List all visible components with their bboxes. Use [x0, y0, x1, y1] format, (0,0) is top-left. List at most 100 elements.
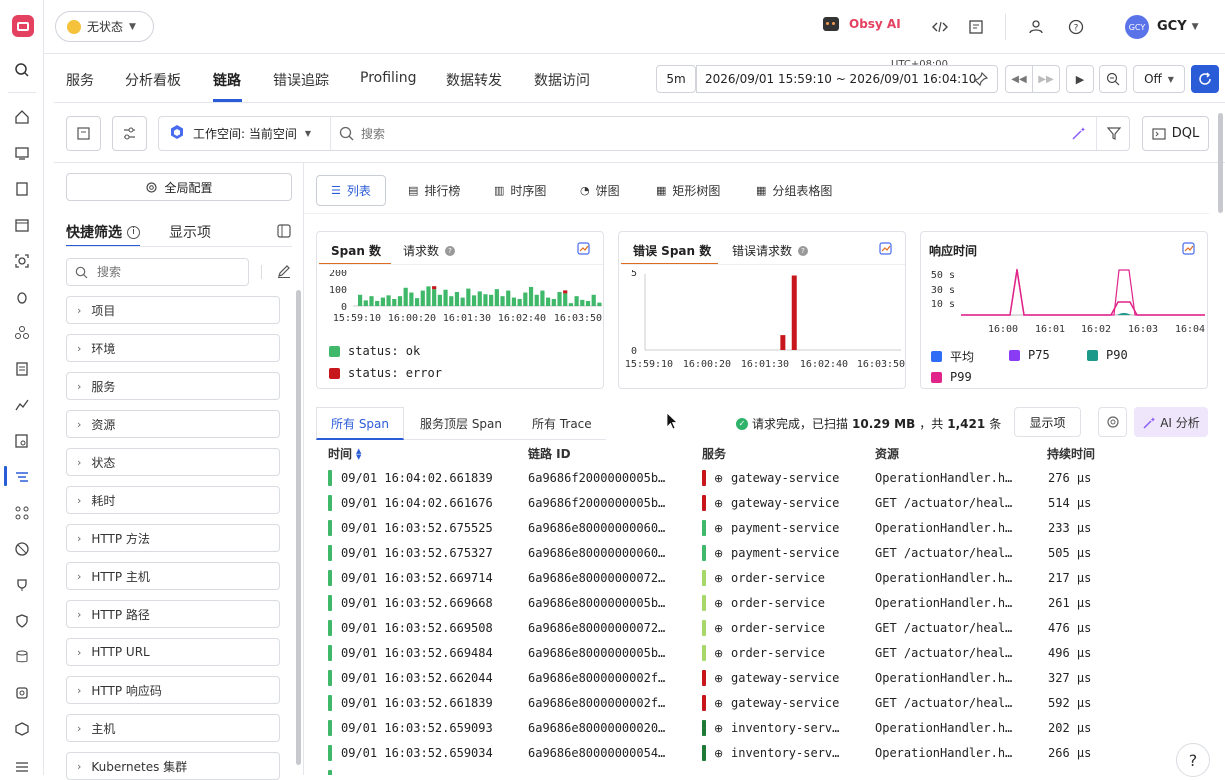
facet-1[interactable]: › 环境 [66, 334, 280, 362]
col-time-header[interactable]: 时间 ▲ ▼ [328, 445, 361, 462]
notes-icon[interactable] [966, 17, 986, 37]
global-config-button[interactable]: 全局配置 [66, 173, 292, 201]
chart-icon[interactable] [13, 396, 31, 414]
cell-trace-id[interactable]: 6a9686f2000000005b… [528, 471, 665, 485]
legend-p99[interactable]: P99 [931, 370, 972, 384]
add-user-icon[interactable] [1027, 17, 1047, 37]
document-icon[interactable] [13, 360, 31, 378]
ai-analysis-button[interactable]: ✦ AI 分析 [1134, 407, 1208, 437]
cell-service[interactable]: order-service [731, 621, 825, 635]
forward-button[interactable]: ▶▶ [1032, 65, 1060, 93]
col-service-header[interactable]: 服务 [702, 445, 726, 462]
cell-trace-id[interactable]: 6a9686e80000000072… [528, 621, 665, 635]
dql-button[interactable]: DQL [1142, 116, 1209, 151]
menu-icon[interactable] [13, 758, 31, 776]
tab-profiling[interactable]: Profiling [360, 70, 417, 86]
view-tab-pie[interactable]: ◔ 饼图 [566, 175, 634, 206]
play-button[interactable]: ▶ [1066, 65, 1094, 93]
user-menu[interactable]: GCY ▼ [1157, 19, 1199, 34]
facet-8[interactable]: › HTTP 路径 [66, 600, 280, 628]
tab-request-count[interactable]: 请求数? [403, 242, 456, 259]
col-resource-header[interactable]: 资源 [875, 445, 899, 462]
help-icon[interactable]: ? [1066, 17, 1086, 37]
legend-error[interactable]: status: error [329, 366, 442, 380]
bug-icon[interactable] [13, 288, 31, 306]
quick-range-button[interactable]: 5m [656, 65, 696, 93]
time-range-picker[interactable]: 2026/09/01 15:59:10 ~ 2026/09/01 16:04:1… [696, 65, 998, 93]
cell-service[interactable]: gateway-service [731, 496, 839, 510]
cell-resource[interactable]: GET /actuator/heal… [875, 496, 1012, 510]
tab-display-items[interactable]: 显示项 [169, 222, 211, 242]
workspace-selector[interactable]: 工作空间: 当前空间 ▼ [159, 117, 331, 150]
tab-span-count[interactable]: Span 数 [331, 242, 381, 259]
main-scrollbar[interactable] [1218, 113, 1223, 213]
chart-link-icon[interactable] [1182, 242, 1195, 258]
legend-ok[interactable]: status: ok [329, 344, 420, 358]
monitor-icon[interactable] [13, 144, 31, 162]
facet-0[interactable]: › 项目 [66, 296, 280, 324]
cell-resource[interactable]: GET /actuator/heal… [875, 621, 1012, 635]
cell-trace-id[interactable]: 6a9686e8000000002f… [528, 671, 665, 685]
legend-p90[interactable]: P90 [1087, 348, 1128, 362]
cell-trace-id[interactable]: 6a9686e80000000060… [528, 521, 665, 535]
tab-data-forwarding[interactable]: 数据转发 [446, 70, 502, 90]
table-row[interactable]: 09/01 16:04:02.661839 6a9686f2000000005b…… [328, 465, 1198, 490]
help-button[interactable]: ? [1176, 743, 1210, 777]
view-tab-list[interactable]: ☰ 列表 [316, 175, 386, 206]
calendar-icon[interactable] [13, 216, 31, 234]
search-icon[interactable] [13, 61, 31, 79]
cell-trace-id[interactable]: 6a9686e8000000005b… [528, 596, 665, 610]
trace-icon[interactable] [13, 468, 31, 486]
code-icon[interactable] [930, 17, 950, 37]
col-trace-id-header[interactable]: 链路 ID [528, 445, 571, 462]
report-search-icon[interactable] [13, 432, 31, 450]
tab-error-request-count[interactable]: 错误请求数? [732, 242, 809, 259]
tab-error-span-count[interactable]: 错误 Span 数 [633, 242, 711, 259]
cell-service[interactable]: inventory-serv… [731, 721, 839, 735]
facet-11[interactable]: › 主机 [66, 714, 280, 742]
legend-p75[interactable]: P75 [1009, 348, 1050, 362]
trophy-icon[interactable] [13, 576, 31, 594]
zoom-out-button[interactable] [1099, 65, 1127, 93]
facet-9[interactable]: › HTTP URL [66, 638, 280, 666]
cell-trace-id[interactable]: 6a9686e80000000054… [528, 746, 665, 760]
facet-search-input[interactable] [97, 264, 237, 280]
auto-refresh-select[interactable]: Off ▼ [1133, 65, 1185, 93]
col-duration-header[interactable]: 持续时间 [1047, 445, 1095, 462]
cell-resource[interactable]: GET /actuator/heal… [875, 546, 1012, 560]
tab-data-access[interactable]: 数据访问 [534, 70, 590, 90]
facet-3[interactable]: › 资源 [66, 410, 280, 438]
chart-link-icon[interactable] [879, 242, 892, 258]
table-row[interactable]: 09/01 16:03:52.675525 6a9686e80000000060…… [328, 515, 1198, 540]
cell-resource[interactable]: OperationHandler.h… [875, 721, 1012, 735]
legend-avg[interactable]: 平均 [931, 348, 974, 365]
facet-2[interactable]: › 服务 [66, 372, 280, 400]
view-tab-ranking[interactable]: ▤ 排行榜 [394, 175, 474, 206]
cell-resource[interactable]: OperationHandler.h… [875, 521, 1012, 535]
app-logo-icon[interactable] [12, 15, 34, 37]
magic-wand-icon[interactable]: ✦ [1070, 126, 1086, 144]
table-row[interactable]: 09/01 16:03:52.669714 6a9686e80000000072…… [328, 565, 1198, 590]
cell-resource[interactable]: GET /actuator/heal… [875, 696, 1012, 710]
cell-service[interactable]: gateway-service [731, 696, 839, 710]
cell-resource[interactable]: OperationHandler.h… [875, 571, 1012, 585]
cell-trace-id[interactable]: 6a9686e80000000020… [528, 721, 665, 735]
cube-icon[interactable] [13, 720, 31, 738]
cell-service[interactable]: order-service [731, 571, 825, 585]
collapse-panel-icon[interactable] [277, 224, 291, 241]
tab-top-level-span[interactable]: 服务顶层 Span [406, 407, 516, 440]
gauge-icon[interactable] [13, 540, 31, 558]
status-selector[interactable]: 无状态 ▼ [55, 11, 154, 42]
edit-icon[interactable] [277, 264, 291, 281]
cell-service[interactable]: order-service [731, 646, 825, 660]
cell-trace-id[interactable]: 6a9686e80000000072… [528, 571, 665, 585]
cell-service[interactable]: gateway-service [731, 671, 839, 685]
table-row[interactable]: 09/01 16:03:52.662044 6a9686e8000000002f…… [328, 665, 1198, 690]
refresh-button[interactable] [1191, 65, 1219, 93]
apps-icon[interactable] [13, 504, 31, 522]
table-row[interactable]: 09/01 16:04:02.661676 6a9686f2000000005b…… [328, 490, 1198, 515]
facet-12[interactable]: › Kubernetes 集群 [66, 752, 280, 780]
cell-resource[interactable]: OperationHandler.h… [875, 596, 1012, 610]
cell-resource[interactable]: GET /actuator/heal… [875, 646, 1012, 660]
chart-link-icon[interactable] [577, 242, 590, 258]
